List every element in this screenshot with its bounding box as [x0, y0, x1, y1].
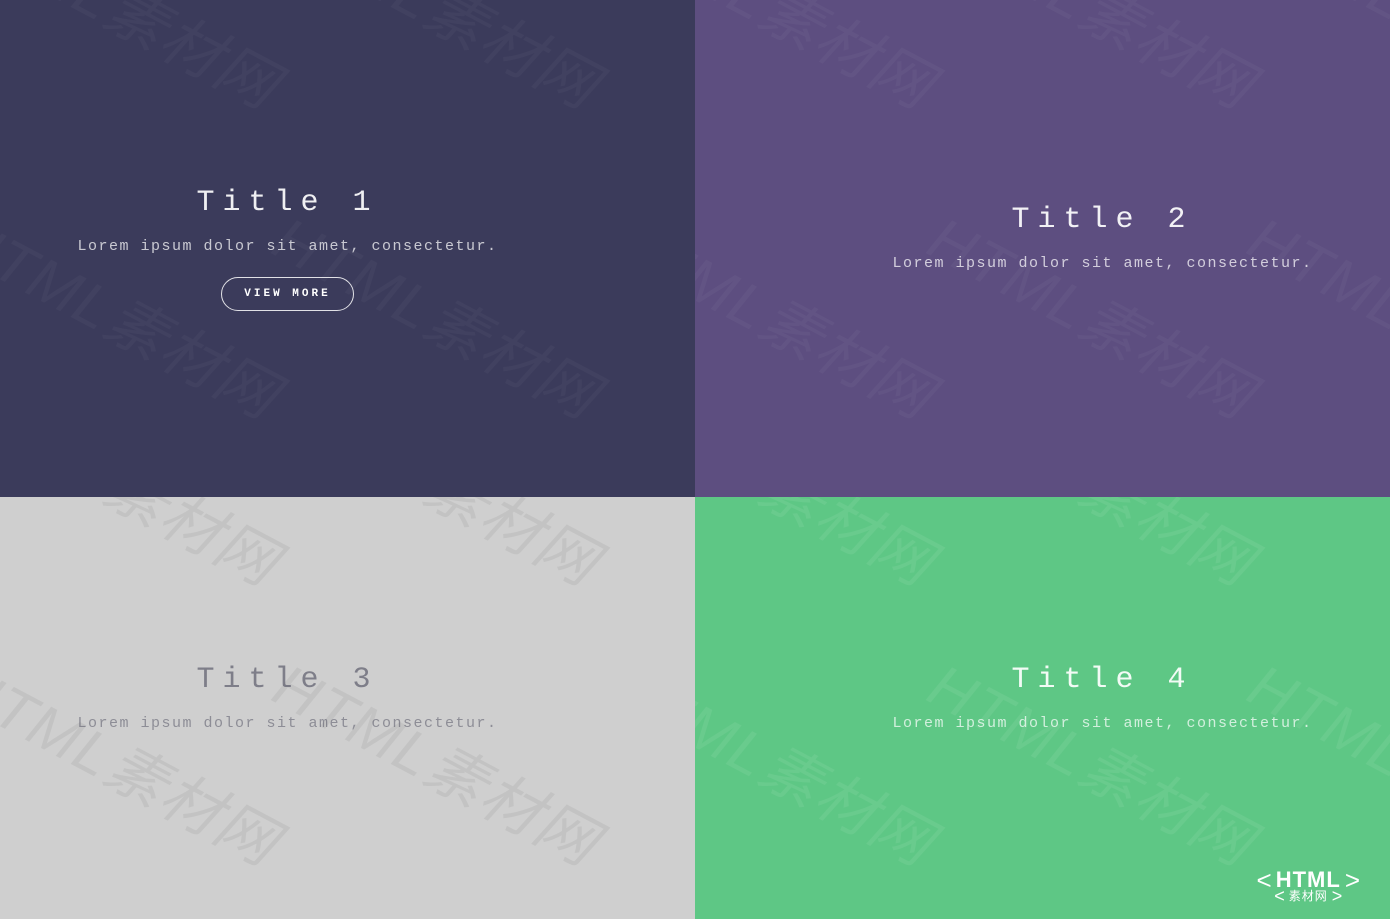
footer-logo: < HTML > < 素材网 > — [1257, 867, 1360, 905]
tile-grid: HTML素材网 HTML素材网 HTML素材网 HTML素材网 Title 1 … — [0, 0, 1390, 919]
tile-subtitle-2: Lorem ipsum dolor sit amet, consectetur. — [892, 255, 1312, 272]
tile-content: Title 2 Lorem ipsum dolor sit amet, cons… — [892, 203, 1312, 294]
tile-subtitle-3: Lorem ipsum dolor sit amet, consectetur. — [77, 715, 497, 732]
tile-subtitle-1: Lorem ipsum dolor sit amet, consectetur. — [77, 238, 497, 255]
watermark-text: HTML素材网 — [260, 497, 616, 603]
tile-3[interactable]: HTML素材网 HTML素材网 HTML素材网 HTML素材网 Title 3 … — [0, 497, 695, 919]
tile-4[interactable]: HTML素材网 HTML素材网 HTML素材网 HTML素材网 HTML素材网 … — [695, 497, 1390, 919]
tile-2[interactable]: HTML素材网 HTML素材网 HTML素材网 HTML素材网 HTML素材网 … — [695, 0, 1390, 497]
watermark-text: HTML素材网 — [695, 0, 952, 126]
watermark-text: HTML素材网 — [260, 0, 616, 126]
tile-content: Title 1 Lorem ipsum dolor sit amet, cons… — [77, 186, 497, 311]
tile-title-1: Title 1 — [196, 186, 378, 220]
angle-left-icon: < — [1257, 867, 1272, 893]
tile-content: Title 4 Lorem ipsum dolor sit amet, cons… — [892, 663, 1312, 754]
watermark-text: HTML素材网 — [1235, 0, 1390, 126]
watermark-text: HTML素材网 — [695, 497, 952, 603]
watermark-text: HTML素材网 — [915, 0, 1271, 126]
angle-right-icon: > — [1345, 867, 1360, 893]
footer-logo-line2: 素材网 — [1289, 887, 1328, 904]
angle-left-icon: < — [1274, 887, 1285, 905]
tile-1[interactable]: HTML素材网 HTML素材网 HTML素材网 HTML素材网 Title 1 … — [0, 0, 695, 497]
tile-content: Title 3 Lorem ipsum dolor sit amet, cons… — [77, 663, 497, 754]
watermark-text: HTML素材网 — [915, 497, 1271, 603]
watermark-text: HTML素材网 — [1235, 497, 1390, 603]
tile-title-3: Title 3 — [196, 663, 378, 697]
tile-subtitle-4: Lorem ipsum dolor sit amet, consectetur. — [892, 715, 1312, 732]
watermark-text: HTML素材网 — [0, 0, 297, 126]
angle-right-icon: > — [1332, 887, 1343, 905]
view-more-button[interactable]: VIEW MORE — [221, 277, 353, 311]
tile-title-2: Title 2 — [1011, 203, 1193, 237]
watermark-text: HTML素材网 — [0, 497, 297, 603]
tile-title-4: Title 4 — [1011, 663, 1193, 697]
